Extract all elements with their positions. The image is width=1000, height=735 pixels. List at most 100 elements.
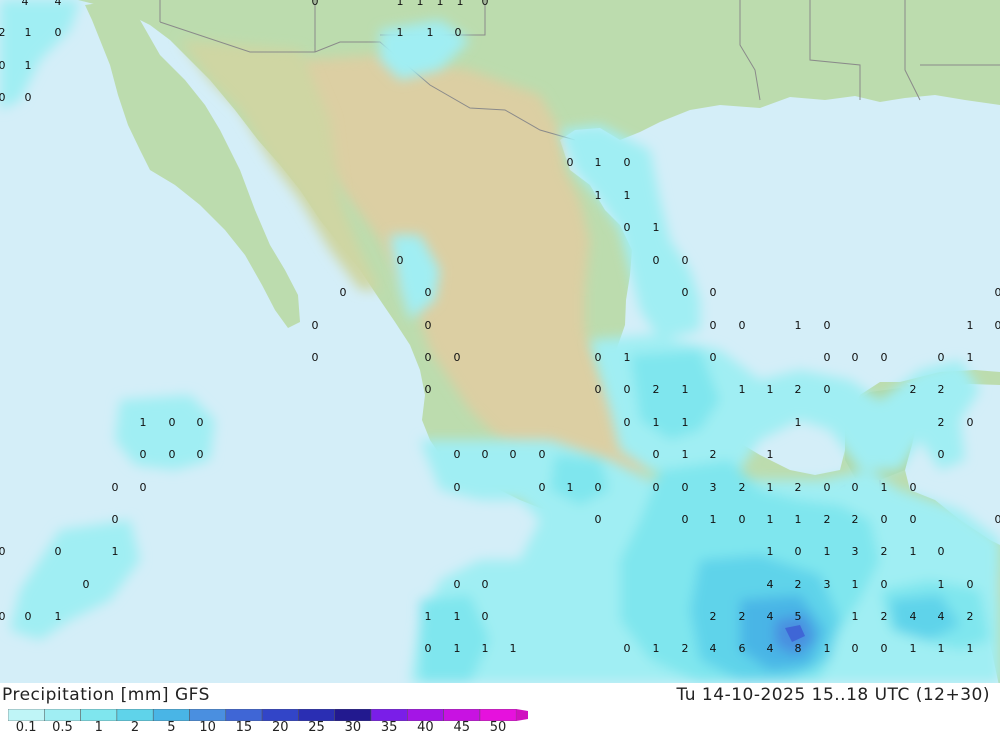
precip-value: 0: [624, 383, 631, 396]
precip-value: 0: [938, 545, 945, 558]
precip-value: 0: [824, 319, 831, 332]
precip-value: 0: [910, 513, 917, 526]
precip-value: 2: [795, 383, 802, 396]
precip-value: 0: [455, 26, 462, 39]
precip-value: 0: [824, 481, 831, 494]
precip-value: 1: [767, 513, 774, 526]
precip-value: 0: [425, 351, 432, 364]
precip-value: 0: [852, 351, 859, 364]
precip-value: 0: [112, 513, 119, 526]
precip-value: 1: [767, 481, 774, 494]
precip-value: 0: [0, 59, 6, 72]
precip-value: 0: [653, 448, 660, 461]
precip-value: 0: [682, 254, 689, 267]
precip-value: 0: [881, 513, 888, 526]
precip-value: 0: [425, 642, 432, 655]
precip-value: 1: [881, 481, 888, 494]
precip-value: 4: [938, 610, 945, 623]
precip-value: 0: [595, 481, 602, 494]
precip-value: 0: [25, 91, 32, 104]
precip-value: 1: [795, 319, 802, 332]
precip-value: 1: [824, 642, 831, 655]
precip-value: 0: [510, 448, 517, 461]
precip-value: 0: [682, 286, 689, 299]
precip-value: 0: [482, 610, 489, 623]
precip-value: 1: [739, 383, 746, 396]
precip-value: 0: [539, 448, 546, 461]
precip-value: 1: [454, 642, 461, 655]
precip-value: 4: [767, 642, 774, 655]
precip-value: 1: [140, 416, 147, 429]
precip-value: 1: [852, 610, 859, 623]
precip-value: 0: [653, 481, 660, 494]
precip-value: 6: [739, 642, 746, 655]
precip-value: 1: [653, 642, 660, 655]
precip-value: 2: [739, 481, 746, 494]
precip-value: 2: [881, 610, 888, 623]
precip-value: 0: [482, 448, 489, 461]
precip-value: 0: [25, 610, 32, 623]
precip-value: 1: [682, 416, 689, 429]
precip-value: 0: [881, 642, 888, 655]
precip-value: 0: [312, 0, 319, 8]
footer: Precipitation [mm] GFS Tu 14-10-2025 15.…: [0, 683, 1000, 733]
precip-value: 1: [25, 26, 32, 39]
precip-value: 0: [312, 319, 319, 332]
precipitation-map: 4 4 0 1 1 1 1 0 2 1 0 1 1 0 0 1 0 0 0 1 0 1 1 0 1 0 0 0 0 0 0 0 0 0 0 0 0 1 0 1…: [0, 0, 1000, 683]
precip-value: 1: [427, 26, 434, 39]
precip-value: 2: [682, 642, 689, 655]
precip-value: 1: [55, 610, 62, 623]
precip-value: 2: [739, 610, 746, 623]
precip-value: 0: [567, 156, 574, 169]
precip-value: 4: [767, 578, 774, 591]
precip-value: 1: [454, 610, 461, 623]
precip-value: 2: [795, 481, 802, 494]
precip-value: 0: [397, 254, 404, 267]
precip-value: 1: [425, 610, 432, 623]
color-legend: [8, 709, 528, 721]
precip-value: 1: [510, 642, 517, 655]
precip-value: 0: [995, 286, 1000, 299]
precip-value: 0: [539, 481, 546, 494]
precip-value: 0: [795, 545, 802, 558]
precip-value: 1: [417, 0, 424, 8]
precip-value: 1: [967, 319, 974, 332]
precip-value: 0: [425, 383, 432, 396]
precip-value: 0: [852, 481, 859, 494]
precip-value: 1: [653, 416, 660, 429]
precip-value: 1: [938, 642, 945, 655]
precip-value: 2: [0, 26, 6, 39]
precip-value: 1: [795, 513, 802, 526]
precip-value: 0: [967, 416, 974, 429]
precip-value: 1: [967, 351, 974, 364]
precip-value: 1: [682, 383, 689, 396]
precip-value: 1: [482, 642, 489, 655]
precip-value: 0: [595, 513, 602, 526]
precip-value: 0: [852, 642, 859, 655]
precip-value: 1: [437, 0, 444, 8]
precip-value: 0: [482, 578, 489, 591]
precip-value: 4: [55, 0, 62, 8]
precip-value: 1: [682, 448, 689, 461]
precip-value: 0: [197, 416, 204, 429]
precip-value: 0: [169, 416, 176, 429]
precip-value: 0: [682, 481, 689, 494]
precip-value: 1: [624, 351, 631, 364]
precip-value: 0: [710, 351, 717, 364]
precip-value: 0: [55, 26, 62, 39]
precip-value: 3: [824, 578, 831, 591]
precip-value: 1: [595, 189, 602, 202]
precip-value: 2: [653, 383, 660, 396]
precip-value: 4: [710, 642, 717, 655]
precip-value: 0: [0, 91, 6, 104]
precip-value: 1: [112, 545, 119, 558]
precip-value: 5: [795, 610, 802, 623]
precip-value: 0: [995, 319, 1000, 332]
precip-value: 0: [112, 481, 119, 494]
precip-value: 0: [824, 383, 831, 396]
precip-value: 0: [881, 578, 888, 591]
precip-value: 2: [938, 383, 945, 396]
precip-value: 0: [169, 448, 176, 461]
precip-value: 0: [910, 481, 917, 494]
precip-value: 2: [852, 513, 859, 526]
